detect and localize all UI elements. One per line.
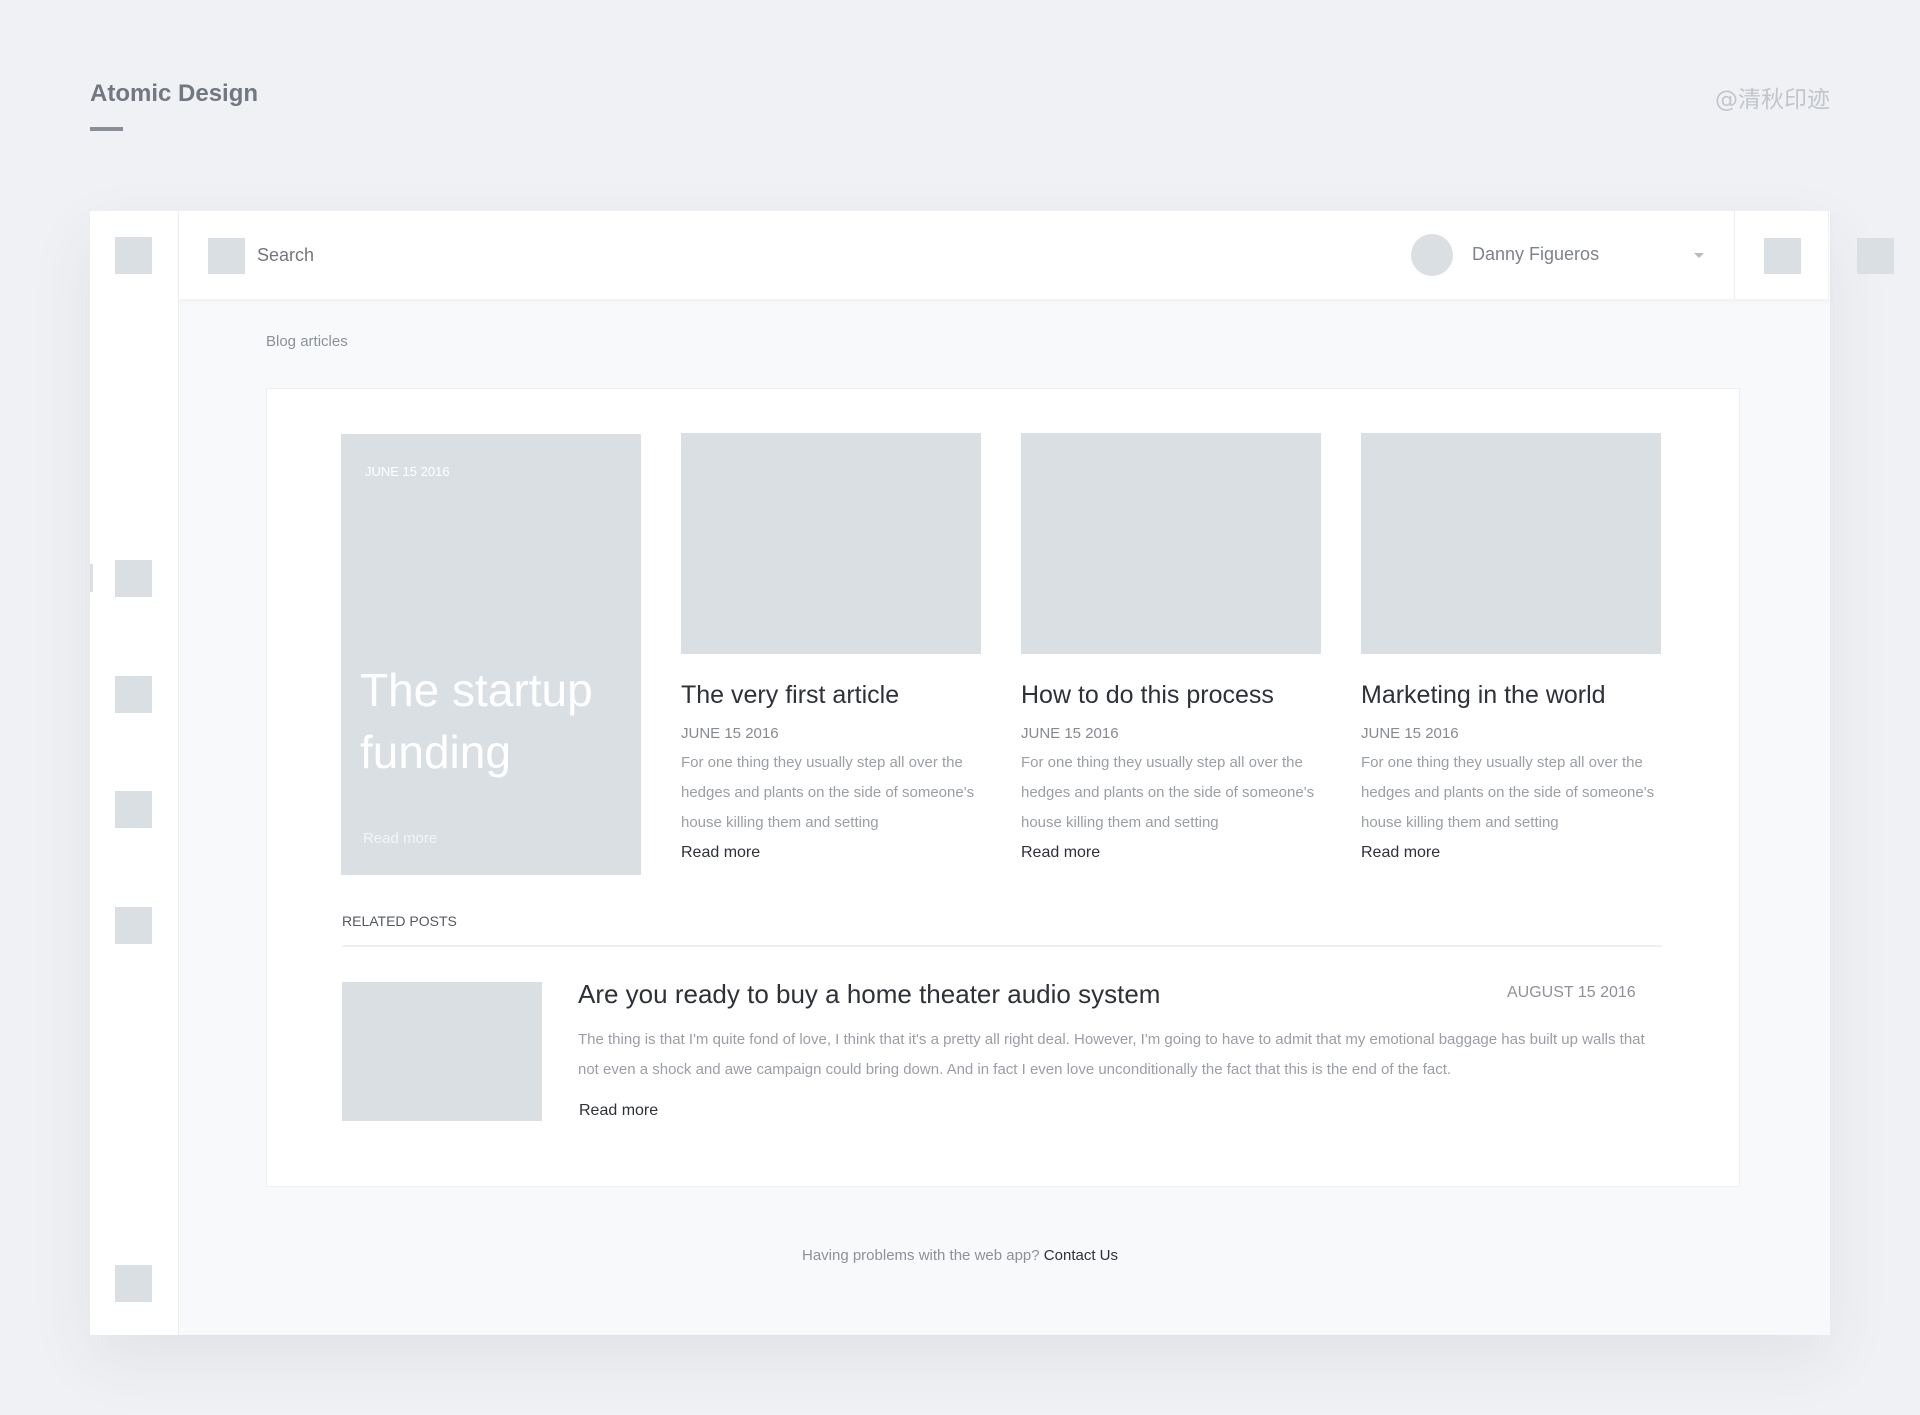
chevron-down-icon[interactable] [1694, 253, 1704, 258]
article-image[interactable] [1361, 433, 1661, 654]
breadcrumb[interactable]: Blog articles [266, 333, 348, 350]
top-bar: Search Danny Figueros [179, 211, 1894, 299]
article-excerpt: For one thing they usually step all over… [1021, 754, 1315, 831]
related-posts-heading: RELATED POSTS [342, 913, 457, 929]
nav-bottom-icon[interactable] [115, 1265, 152, 1302]
related-read-more-link[interactable]: Read more [579, 1102, 658, 1120]
article-image[interactable] [681, 433, 981, 654]
featured-read-more-link[interactable]: Read more [363, 830, 437, 847]
article-card: Marketing in the world JUNE 15 2016 For … [1361, 433, 1661, 862]
app-logo-icon[interactable] [115, 237, 152, 274]
divider [1828, 211, 1829, 299]
read-more-link[interactable]: Read more [681, 844, 981, 862]
footer: Having problems with the web app? Contac… [90, 1247, 1830, 1264]
article-title[interactable]: How to do this process [1021, 679, 1321, 711]
article-date: JUNE 15 2016 [681, 725, 779, 742]
page-title: Atomic Design [90, 80, 259, 107]
article-title[interactable]: The very first article [681, 679, 981, 711]
featured-date: JUNE 15 2016 [365, 464, 450, 479]
related-post-image[interactable] [342, 982, 542, 1121]
read-more-link[interactable]: Read more [1361, 844, 1661, 862]
nav-item-3-icon[interactable] [115, 791, 152, 828]
featured-title[interactable]: The startup funding [360, 659, 630, 783]
user-menu[interactable]: Danny Figueros [1472, 244, 1599, 265]
search-input[interactable]: Search [257, 245, 314, 266]
divider [342, 945, 1662, 947]
search-icon[interactable] [208, 238, 245, 274]
title-underline [90, 127, 123, 131]
avatar[interactable] [1411, 234, 1453, 276]
blog-card: JUNE 15 2016 The startup funding Read mo… [266, 388, 1740, 1187]
related-post-title[interactable]: Are you ready to buy a home theater audi… [578, 979, 1160, 1010]
footer-text: Having problems with the web app? [801, 1247, 1040, 1264]
left-rail [90, 211, 179, 1335]
article-excerpt: For one thing they usually step all over… [681, 754, 975, 831]
contact-us-link[interactable]: Contact Us [1044, 1247, 1118, 1264]
article-card: How to do this process JUNE 15 2016 For … [1021, 433, 1321, 862]
nav-item-1-icon[interactable] [115, 560, 152, 597]
article-image[interactable] [1021, 433, 1321, 654]
toolbar-button-1[interactable] [1764, 238, 1801, 274]
article-title[interactable]: Marketing in the world [1361, 679, 1661, 711]
nav-item-2-icon[interactable] [115, 676, 152, 713]
featured-article[interactable]: JUNE 15 2016 The startup funding Read mo… [341, 434, 641, 875]
article-excerpt: For one thing they usually step all over… [1361, 754, 1655, 831]
active-nav-indicator [90, 564, 93, 592]
read-more-link[interactable]: Read more [1021, 844, 1321, 862]
watermark: @清秋印迹 [1715, 87, 1830, 113]
nav-item-4-icon[interactable] [115, 907, 152, 944]
article-card: The very first article JUNE 15 2016 For … [681, 433, 981, 862]
toolbar-button-2[interactable] [1857, 238, 1894, 274]
article-date: JUNE 15 2016 [1361, 725, 1459, 742]
article-date: JUNE 15 2016 [1021, 725, 1119, 742]
related-post-excerpt: The thing is that I'm quite fond of love… [578, 1031, 1645, 1078]
related-post-date: AUGUST 15 2016 [1507, 984, 1636, 1001]
divider [1734, 211, 1735, 299]
app-window: Search Danny Figueros Blog articles JUNE… [90, 211, 1894, 1335]
